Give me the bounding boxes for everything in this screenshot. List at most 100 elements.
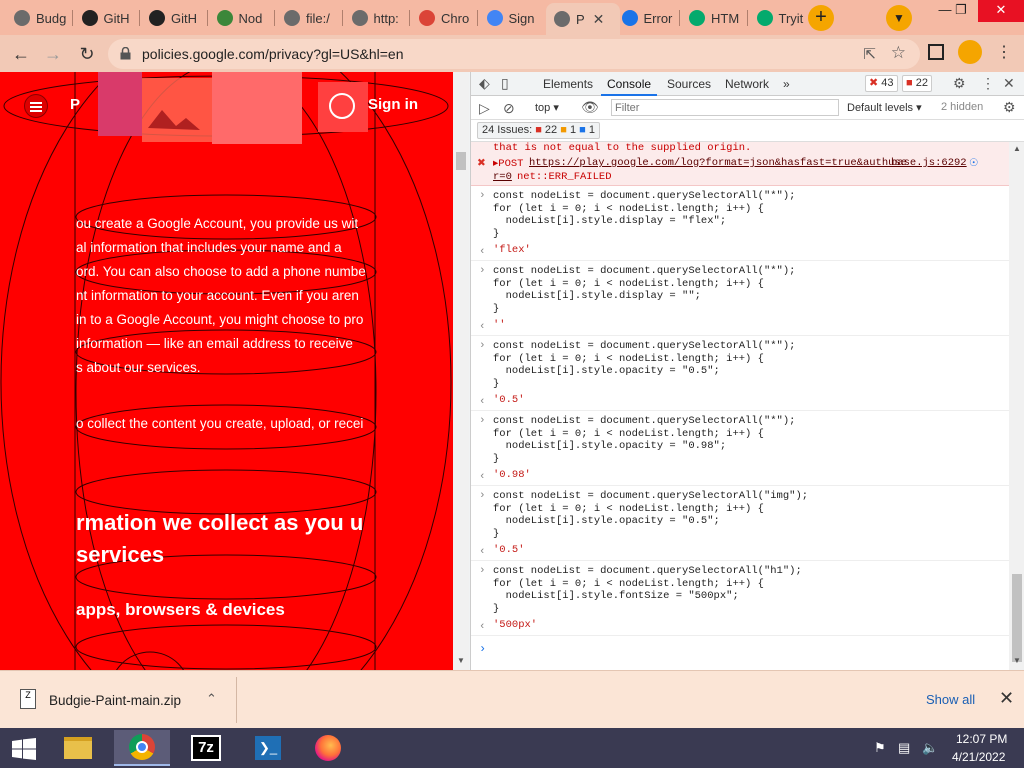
tab-network[interactable]: Network [725, 77, 769, 91]
new-tab-button[interactable]: + [808, 5, 834, 31]
clear-console-icon[interactable]: ⊘ [503, 100, 515, 117]
lock-icon[interactable] [120, 47, 131, 60]
scroll-down-arrow-icon[interactable]: ▼ [1013, 656, 1021, 665]
share-icon[interactable]: ⇱ [863, 45, 876, 63]
close-download-shelf-icon[interactable]: ✕ [999, 688, 1014, 709]
page-scrollbar[interactable]: ▼ [453, 72, 469, 670]
7zip-icon[interactable]: 7z [178, 730, 234, 766]
console-entry[interactable]: › const nodeList = document.querySelector… [471, 561, 1009, 636]
warning-count-badge[interactable]: ■ 22 [902, 75, 932, 92]
console-input-code[interactable]: const nodeList = document.querySelectorA… [493, 190, 795, 240]
browser-tab[interactable]: Sign [479, 3, 545, 33]
firefox-icon[interactable] [300, 730, 356, 766]
inspect-element-icon[interactable]: ⬖ [479, 75, 490, 92]
error-request-url[interactable]: https://play.google.com/log?format=json&… [529, 157, 907, 169]
volume-tray-icon[interactable]: 🔈 [922, 740, 938, 756]
console-settings-icon[interactable]: ⚙ [1003, 99, 1016, 116]
console-entry[interactable]: › const nodeList = document.querySelector… [471, 186, 1009, 261]
console-entry[interactable]: › const nodeList = document.querySelector… [471, 486, 1009, 561]
clock-time[interactable]: 12:07 PM [956, 732, 1007, 746]
console-scrollbar-thumb[interactable] [1012, 574, 1022, 662]
close-window-icon[interactable]: ✕ [978, 0, 1024, 22]
console-prompt[interactable]: › [479, 642, 486, 656]
error-count-badge[interactable]: ✖ 43 [865, 75, 898, 92]
tab-elements[interactable]: Elements [543, 77, 593, 91]
context-selector[interactable]: top ▾ [535, 101, 559, 114]
console-entry[interactable]: › const nodeList = document.querySelector… [471, 336, 1009, 411]
console-entry[interactable]: › const nodeList = document.querySelector… [471, 411, 1009, 486]
browser-menu-icon[interactable]: ⋮ [996, 42, 1012, 62]
browser-tab[interactable]: HTM [681, 3, 747, 33]
more-tabs-button[interactable]: » [783, 77, 790, 91]
page-scrollbar-thumb[interactable] [456, 152, 466, 170]
console-input-code[interactable]: const nodeList = document.querySelectorA… [493, 490, 808, 540]
file-explorer-icon[interactable] [50, 730, 106, 766]
console-result[interactable]: '500px' [493, 619, 537, 631]
tab-title: Nod [238, 10, 263, 26]
tab-title: GitH [171, 10, 197, 26]
maximize-icon[interactable]: ❐ [944, 0, 978, 22]
browser-tab[interactable]: Nod [209, 3, 275, 33]
console-scrollbar[interactable]: ▲ ▼ [1009, 142, 1024, 670]
security-tray-icon[interactable]: ⚑ [874, 740, 886, 756]
log-levels-dropdown[interactable]: Default levels ▾ [847, 101, 922, 114]
network-request-icon[interactable]: ☉ [969, 157, 978, 170]
console-filter-input[interactable] [611, 99, 839, 116]
console-result[interactable]: '0.5' [493, 394, 525, 406]
clock-date[interactable]: 4/21/2022 [952, 750, 1005, 764]
context-label: top [535, 102, 551, 114]
console-result[interactable]: '0.98' [493, 469, 531, 481]
sign-in-button[interactable]: Sign in [368, 96, 418, 113]
sidebar-toggle-icon[interactable]: ▷ [479, 100, 490, 117]
forward-icon[interactable]: → [40, 41, 66, 67]
bookmark-star-icon[interactable]: ☆ [891, 43, 906, 63]
side-panel-icon[interactable] [928, 44, 944, 60]
close-tab-icon[interactable]: ✕ [593, 11, 605, 28]
console-result[interactable]: 'flex' [493, 244, 531, 256]
download-filename[interactable]: Budgie-Paint-main.zip [49, 693, 181, 708]
settings-gear-icon[interactable]: ⚙ [953, 75, 966, 92]
browser-tab[interactable]: Budg [6, 3, 72, 33]
live-expression-eye-icon[interactable]: 👁 [581, 99, 599, 116]
chrome-icon[interactable] [114, 730, 170, 766]
console-toolbar: ▷ ⊘ top ▾ 👁 Default levels ▾ 2 hidden ⚙ [471, 96, 1024, 120]
close-devtools-icon[interactable]: ✕ [1003, 75, 1015, 92]
address-bar[interactable]: policies.google.com/privacy?gl=US&hl=en … [108, 39, 920, 69]
console-result[interactable]: '0.5' [493, 544, 525, 556]
browser-tab[interactable]: GitH [74, 3, 140, 33]
menu-hamburger-icon[interactable] [24, 94, 48, 118]
device-toolbar-icon[interactable]: ▯ [501, 75, 509, 92]
console-input-code[interactable]: const nodeList = document.querySelectorA… [493, 565, 802, 615]
console-entry[interactable]: › const nodeList = document.querySelector… [471, 261, 1009, 336]
profile-avatar[interactable] [958, 40, 982, 64]
console-result[interactable]: '' [493, 319, 506, 331]
error-request-url-cont[interactable]: r=0 [493, 171, 512, 183]
console-input-code[interactable]: const nodeList = document.querySelectorA… [493, 340, 795, 390]
tab-sources[interactable]: Sources [667, 77, 711, 91]
console-input-code[interactable]: const nodeList = document.querySelectorA… [493, 415, 795, 465]
scroll-up-arrow-icon[interactable]: ▲ [1013, 144, 1021, 153]
browser-tab[interactable]: Error [614, 3, 680, 33]
windows-start-icon[interactable] [12, 738, 36, 760]
console-error-row[interactable]: that is not equal to the supplied origin… [471, 142, 1009, 186]
browser-tab[interactable]: file:/ [276, 3, 342, 33]
scroll-down-arrow-icon[interactable]: ▼ [457, 656, 465, 665]
browser-tab[interactable]: GitH [141, 3, 207, 33]
console-input-code[interactable]: const nodeList = document.querySelectorA… [493, 265, 795, 315]
chevron-up-icon[interactable]: ⌃ [206, 691, 217, 707]
browser-tab[interactable]: http: [344, 3, 410, 33]
devtools-menu-icon[interactable]: ⋮ [981, 75, 995, 92]
powershell-icon[interactable]: ❯_ [240, 730, 296, 766]
browser-tab[interactable]: Tryit [749, 3, 815, 33]
back-icon[interactable]: ← [8, 41, 34, 67]
network-tray-icon[interactable]: ▤ [898, 740, 910, 756]
url-text[interactable]: policies.google.com/privacy?gl=US&hl=en [142, 46, 403, 62]
show-all-button[interactable]: Show all [926, 692, 975, 707]
tab-console[interactable]: Console [607, 77, 651, 91]
browser-tab[interactable]: P ✕ [546, 3, 620, 35]
browser-tab[interactable]: Chro [411, 3, 477, 33]
reload-icon[interactable]: ↻ [74, 41, 100, 67]
error-source-link[interactable]: base.js:6292 [891, 157, 967, 169]
issues-button[interactable]: 24 Issues: ■ 22 ■ 1 ■ 1 [477, 122, 600, 139]
tab-search-button[interactable]: ▼ [886, 5, 912, 31]
